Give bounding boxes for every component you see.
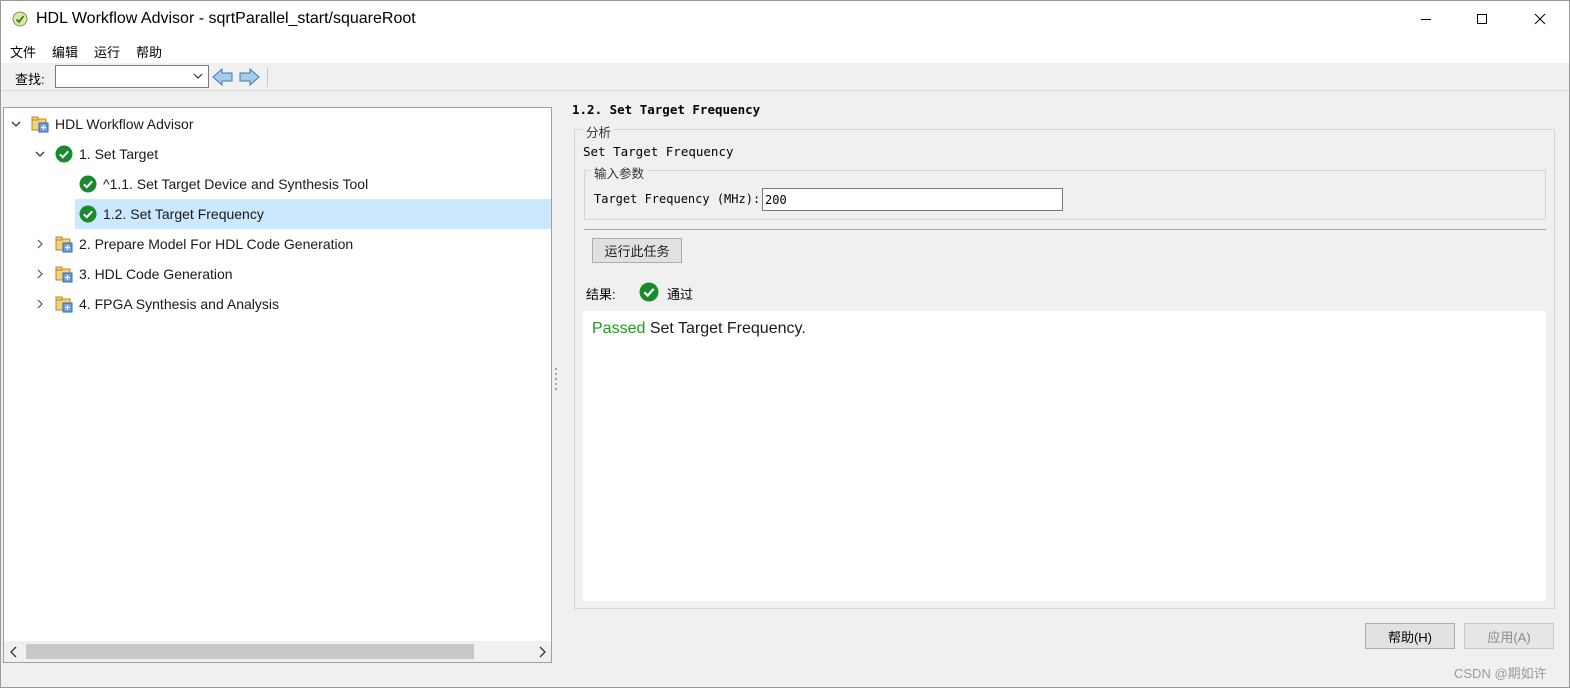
splitter-handle[interactable] <box>554 367 558 391</box>
tree-item-label: 1.2. Set Target Frequency <box>103 206 264 222</box>
tree-item-label: HDL Workflow Advisor <box>55 116 194 132</box>
toolbar: 查找: <box>1 63 1569 91</box>
tree-horizontal-scrollbar[interactable] <box>3 641 552 663</box>
chevron-down-icon[interactable] <box>34 148 46 160</box>
tree-item-label: 4. FPGA Synthesis and Analysis <box>79 296 279 312</box>
analysis-description: Set Target Frequency <box>583 144 734 159</box>
tree-item-hdl-code-generation[interactable]: 3. HDL Code Generation <box>4 259 551 289</box>
check-circle-icon <box>639 282 659 302</box>
target-frequency-label: Target Frequency (MHz): <box>594 192 761 206</box>
run-task-button[interactable]: 运行此任务 <box>592 238 682 263</box>
menu-edit[interactable]: 编辑 <box>52 42 78 61</box>
analysis-legend: 分析 <box>583 122 615 141</box>
folder-tasks-icon <box>55 236 73 253</box>
tree-item-label: 1. Set Target <box>79 146 159 162</box>
maximize-icon <box>1477 14 1487 24</box>
tree-item-root[interactable]: HDL Workflow Advisor <box>4 109 551 139</box>
chevron-right-icon[interactable] <box>34 298 46 310</box>
window-title: HDL Workflow Advisor - sqrtParallel_star… <box>36 10 416 27</box>
task-heading: 1.2. Set Target Frequency <box>572 102 761 117</box>
tree-item-fpga-synthesis[interactable]: 4. FPGA Synthesis and Analysis <box>4 289 551 319</box>
check-circle-icon <box>55 145 73 163</box>
tree-item-label: 3. HDL Code Generation <box>79 266 233 282</box>
chevron-right-icon[interactable] <box>34 268 46 280</box>
scroll-left-icon[interactable] <box>9 646 19 658</box>
app-check-icon <box>12 11 28 27</box>
report-message: Set Target Frequency. <box>645 320 806 337</box>
tree-item-set-target-device[interactable]: ^1.1. Set Target Device and Synthesis To… <box>4 169 551 199</box>
report-pane: Passed Set Target Frequency. <box>583 311 1546 601</box>
passed-keyword: Passed <box>592 320 646 337</box>
result-status: 通过 <box>667 287 694 302</box>
watermark: CSDN @期如许 <box>1454 666 1547 681</box>
minimize-button[interactable] <box>1397 1 1455 37</box>
check-circle-icon <box>79 205 97 223</box>
input-params-legend: 输入参数 <box>591 163 648 182</box>
menu-help[interactable]: 帮助 <box>136 42 162 61</box>
title-bar: HDL Workflow Advisor - sqrtParallel_star… <box>1 1 1569 37</box>
menu-file[interactable]: 文件 <box>10 42 36 61</box>
scroll-right-icon[interactable] <box>537 646 547 658</box>
minimize-icon <box>1421 19 1431 20</box>
close-button[interactable] <box>1511 1 1569 37</box>
find-combobox[interactable] <box>55 65 209 88</box>
report-text: Passed Set Target Frequency. <box>592 320 806 338</box>
tree-item-set-target-frequency[interactable]: 1.2. Set Target Frequency <box>75 199 551 229</box>
tree-item-prepare-model[interactable]: 2. Prepare Model For HDL Code Generation <box>4 229 551 259</box>
check-circle-icon <box>79 175 97 193</box>
target-frequency-input[interactable]: 200 <box>762 188 1063 211</box>
tree-item-label: ^1.1. Set Target Device and Synthesis To… <box>103 176 369 192</box>
close-icon <box>1534 13 1546 25</box>
forward-arrow-icon[interactable] <box>238 67 260 87</box>
result-label: 结果: <box>586 287 616 302</box>
toolbar-separator <box>267 67 268 87</box>
scrollbar-thumb[interactable] <box>26 644 474 659</box>
folder-tasks-icon <box>31 116 49 133</box>
task-tree: HDL Workflow Advisor 1. Set Target ^1.1.… <box>3 107 552 663</box>
find-label: 查找: <box>15 72 45 87</box>
chevron-right-icon[interactable] <box>34 238 46 250</box>
folder-tasks-icon <box>55 296 73 313</box>
folder-tasks-icon <box>55 266 73 283</box>
app-window: HDL Workflow Advisor - sqrtParallel_star… <box>0 0 1570 688</box>
menu-bar: 文件 编辑 运行 帮助 <box>1 37 1569 63</box>
tree-item-set-target[interactable]: 1. Set Target <box>4 139 551 169</box>
apply-button[interactable]: 应用(A) <box>1464 623 1554 649</box>
chevron-down-icon <box>193 73 203 79</box>
menu-run[interactable]: 运行 <box>94 42 120 61</box>
help-button[interactable]: 帮助(H) <box>1365 623 1455 649</box>
back-arrow-icon[interactable] <box>212 67 234 87</box>
maximize-button[interactable] <box>1453 1 1511 37</box>
tree-item-label: 2. Prepare Model For HDL Code Generation <box>79 236 354 252</box>
divider <box>584 229 1546 230</box>
chevron-down-icon[interactable] <box>10 118 22 130</box>
